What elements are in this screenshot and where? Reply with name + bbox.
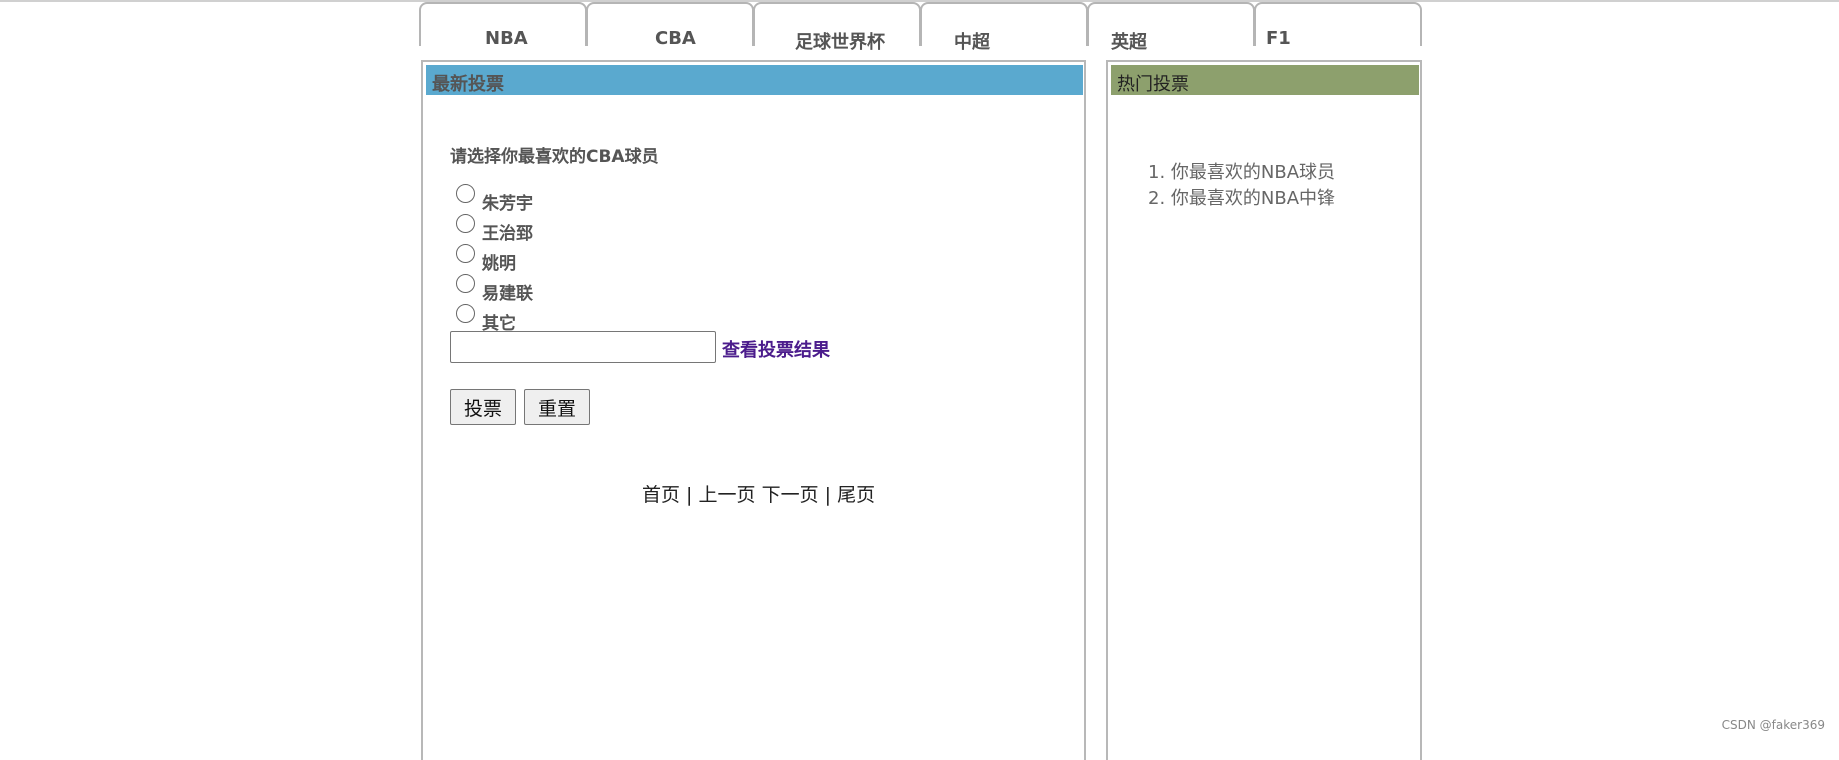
pager-separator: | (818, 484, 838, 506)
vote-question: 请选择你最喜欢的CBA球员 (450, 147, 659, 167)
vote-option: 朱芳宇 (456, 184, 656, 214)
sport-tabs: NBA CBA 足球世界杯 中超 英超 F1 (419, 2, 1422, 53)
latest-vote-panel: 最新投票 请选择你最喜欢的CBA球员 朱芳宇 王治郅 姚明 易建联 其它 查看投… (421, 60, 1086, 760)
first-page-link[interactable]: 首页 (642, 484, 680, 506)
vote-option: 王治郅 (456, 214, 656, 244)
tab-label: 足球世界杯 (795, 32, 885, 53)
tab-nba[interactable]: NBA (419, 2, 587, 49)
next-page-link[interactable]: 下一页 (762, 484, 819, 506)
hot-vote-title: 热门投票 (1111, 65, 1419, 95)
tab-f1[interactable]: F1 (1254, 2, 1422, 49)
list-item[interactable]: 2. 你最喜欢的NBA中锋 (1148, 184, 1335, 210)
prev-page-link[interactable]: 上一页 (699, 484, 756, 506)
tab-label: 英超 (1111, 32, 1147, 53)
tab-cba[interactable]: CBA (586, 2, 754, 49)
tab-label: F1 (1266, 28, 1291, 49)
tab-label: CBA (655, 28, 696, 49)
radio-button[interactable] (456, 244, 475, 263)
radio-button[interactable] (456, 184, 475, 203)
hot-vote-panel: 热门投票 1. 你最喜欢的NBA球员 2. 你最喜欢的NBA中锋 (1106, 60, 1422, 760)
vote-option: 易建联 (456, 274, 656, 304)
pager-separator: | (680, 484, 699, 506)
tab-csl[interactable]: 中超 (920, 2, 1088, 53)
latest-vote-title: 最新投票 (426, 65, 1083, 95)
tab-world-cup[interactable]: 足球世界杯 (753, 2, 921, 53)
vote-option: 姚明 (456, 244, 656, 274)
vote-button[interactable]: 投票 (450, 389, 516, 425)
tab-epl[interactable]: 英超 (1087, 2, 1255, 53)
tab-label: 中超 (954, 32, 990, 53)
radio-button[interactable] (456, 214, 475, 233)
option-label: 姚明 (482, 254, 516, 274)
pagination: 首页 | 上一页 下一页 | 尾页 (642, 480, 875, 507)
vote-text-input[interactable] (450, 331, 716, 363)
view-results-link[interactable]: 查看投票结果 (722, 336, 830, 362)
tab-label: NBA (485, 28, 528, 49)
hot-vote-list: 1. 你最喜欢的NBA球员 2. 你最喜欢的NBA中锋 (1148, 158, 1335, 210)
watermark: CSDN @faker369 (1721, 718, 1825, 732)
list-item[interactable]: 1. 你最喜欢的NBA球员 (1148, 158, 1335, 184)
vote-option: 其它 (456, 304, 656, 334)
reset-button[interactable]: 重置 (524, 389, 590, 425)
radio-button[interactable] (456, 304, 475, 323)
vote-options: 朱芳宇 王治郅 姚明 易建联 其它 (456, 184, 656, 334)
option-label: 王治郅 (482, 224, 533, 244)
last-page-link[interactable]: 尾页 (837, 484, 875, 506)
radio-button[interactable] (456, 274, 475, 293)
option-label: 易建联 (482, 284, 533, 304)
option-label: 朱芳宇 (482, 194, 533, 214)
